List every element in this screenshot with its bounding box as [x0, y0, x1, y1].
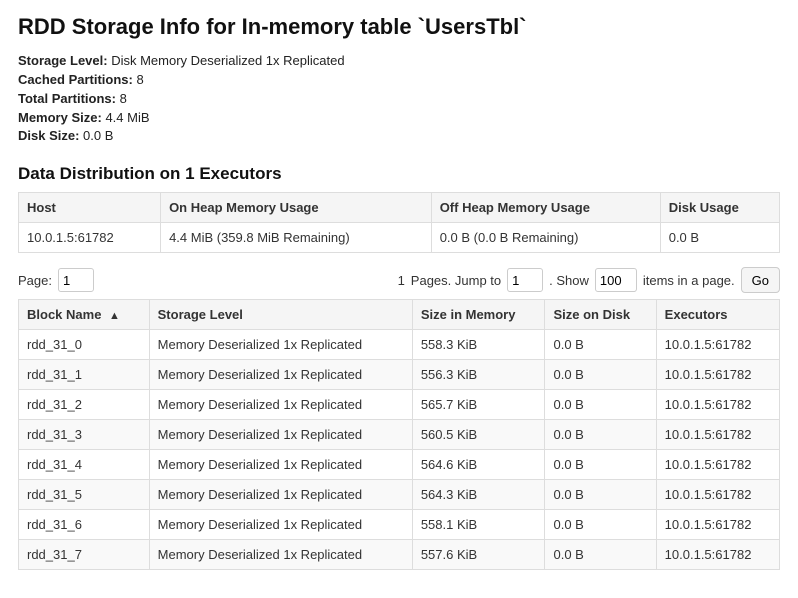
cell-size-memory: 560.5 KiB [412, 420, 545, 450]
table-row: rdd_31_0Memory Deserialized 1x Replicate… [19, 330, 780, 360]
sort-asc-icon: ▲ [109, 310, 120, 322]
cell-size-memory: 565.7 KiB [412, 390, 545, 420]
table-row: rdd_31_4Memory Deserialized 1x Replicate… [19, 450, 780, 480]
cell-storage-level: Memory Deserialized 1x Replicated [149, 480, 412, 510]
blocks-table: Block Name ▲ Storage Level Size in Memor… [18, 299, 780, 570]
cell-executors: 10.0.1.5:61782 [656, 390, 779, 420]
cell-host: 10.0.1.5:61782 [19, 223, 161, 253]
cell-storage-level: Memory Deserialized 1x Replicated [149, 360, 412, 390]
col-executors[interactable]: Executors [656, 300, 779, 330]
table-header-row: Block Name ▲ Storage Level Size in Memor… [19, 300, 780, 330]
cell-block-name: rdd_31_0 [19, 330, 150, 360]
summary-cached-partitions: Cached Partitions: 8 [18, 71, 780, 90]
col-size-disk[interactable]: Size on Disk [545, 300, 656, 330]
show-label-after: items in a page. [643, 273, 735, 288]
summary-storage-level: Storage Level: Disk Memory Deserialized … [18, 52, 780, 71]
cell-size-memory: 564.3 KiB [412, 480, 545, 510]
cell-block-name: rdd_31_5 [19, 480, 150, 510]
cell-on-heap: 4.4 MiB (359.8 MiB Remaining) [161, 223, 432, 253]
pager: Page: 1 Pages. Jump to . Show items in a… [18, 267, 780, 293]
cell-size-disk: 0.0 B [545, 480, 656, 510]
col-storage-level[interactable]: Storage Level [149, 300, 412, 330]
cell-size-disk: 0.0 B [545, 420, 656, 450]
cell-storage-level: Memory Deserialized 1x Replicated [149, 510, 412, 540]
cell-executors: 10.0.1.5:61782 [656, 510, 779, 540]
distribution-table: Host On Heap Memory Usage Off Heap Memor… [18, 192, 780, 253]
cell-size-disk: 0.0 B [545, 390, 656, 420]
cell-disk: 0.0 B [660, 223, 779, 253]
show-label-before: . Show [549, 273, 589, 288]
summary-label: Cached Partitions: [18, 72, 133, 87]
cell-executors: 10.0.1.5:61782 [656, 420, 779, 450]
cell-size-disk: 0.0 B [545, 360, 656, 390]
table-row: 10.0.1.5:61782 4.4 MiB (359.8 MiB Remain… [19, 223, 780, 253]
cell-size-memory: 564.6 KiB [412, 450, 545, 480]
summary-label: Disk Size: [18, 128, 79, 143]
cell-size-disk: 0.0 B [545, 510, 656, 540]
summary-value: 0.0 B [83, 128, 113, 143]
cell-size-disk: 0.0 B [545, 540, 656, 570]
go-button[interactable]: Go [741, 267, 780, 293]
cell-block-name: rdd_31_2 [19, 390, 150, 420]
cell-size-memory: 557.6 KiB [412, 540, 545, 570]
cell-size-memory: 558.1 KiB [412, 510, 545, 540]
col-disk-usage[interactable]: Disk Usage [660, 193, 779, 223]
cell-storage-level: Memory Deserialized 1x Replicated [149, 450, 412, 480]
jump-input[interactable] [507, 268, 543, 292]
cell-size-memory: 558.3 KiB [412, 330, 545, 360]
summary-value: 8 [136, 72, 143, 87]
cell-block-name: rdd_31_4 [19, 450, 150, 480]
table-row: rdd_31_1Memory Deserialized 1x Replicate… [19, 360, 780, 390]
col-size-memory[interactable]: Size in Memory [412, 300, 545, 330]
table-row: rdd_31_7Memory Deserialized 1x Replicate… [19, 540, 780, 570]
table-header-row: Host On Heap Memory Usage Off Heap Memor… [19, 193, 780, 223]
summary-value: 4.4 MiB [105, 110, 149, 125]
cell-size-disk: 0.0 B [545, 330, 656, 360]
summary-value: 8 [120, 91, 127, 106]
cell-storage-level: Memory Deserialized 1x Replicated [149, 420, 412, 450]
page-label: Page: [18, 273, 52, 288]
col-host[interactable]: Host [19, 193, 161, 223]
cell-storage-level: Memory Deserialized 1x Replicated [149, 390, 412, 420]
summary-value: Disk Memory Deserialized 1x Replicated [111, 53, 344, 68]
cell-block-name: rdd_31_7 [19, 540, 150, 570]
summary-label: Storage Level: [18, 53, 108, 68]
cell-executors: 10.0.1.5:61782 [656, 540, 779, 570]
summary-label: Total Partitions: [18, 91, 116, 106]
table-row: rdd_31_6Memory Deserialized 1x Replicate… [19, 510, 780, 540]
show-input[interactable] [595, 268, 637, 292]
pages-count: 1 [398, 273, 405, 288]
cell-executors: 10.0.1.5:61782 [656, 450, 779, 480]
summary-disk-size: Disk Size: 0.0 B [18, 127, 780, 146]
table-row: rdd_31_5Memory Deserialized 1x Replicate… [19, 480, 780, 510]
pages-text: Pages. Jump to [411, 273, 501, 288]
table-row: rdd_31_2Memory Deserialized 1x Replicate… [19, 390, 780, 420]
summary-label: Memory Size: [18, 110, 102, 125]
col-on-heap[interactable]: On Heap Memory Usage [161, 193, 432, 223]
col-off-heap[interactable]: Off Heap Memory Usage [431, 193, 660, 223]
col-label: Block Name [27, 307, 101, 322]
cell-executors: 10.0.1.5:61782 [656, 480, 779, 510]
cell-executors: 10.0.1.5:61782 [656, 330, 779, 360]
page-input[interactable] [58, 268, 94, 292]
cell-off-heap: 0.0 B (0.0 B Remaining) [431, 223, 660, 253]
table-row: rdd_31_3Memory Deserialized 1x Replicate… [19, 420, 780, 450]
cell-block-name: rdd_31_6 [19, 510, 150, 540]
summary-memory-size: Memory Size: 4.4 MiB [18, 109, 780, 128]
page-title: RDD Storage Info for In-memory table `Us… [18, 14, 780, 40]
cell-size-disk: 0.0 B [545, 450, 656, 480]
cell-executors: 10.0.1.5:61782 [656, 360, 779, 390]
cell-block-name: rdd_31_3 [19, 420, 150, 450]
cell-storage-level: Memory Deserialized 1x Replicated [149, 330, 412, 360]
summary-total-partitions: Total Partitions: 8 [18, 90, 780, 109]
col-block-name[interactable]: Block Name ▲ [19, 300, 150, 330]
cell-storage-level: Memory Deserialized 1x Replicated [149, 540, 412, 570]
summary-list: Storage Level: Disk Memory Deserialized … [18, 52, 780, 146]
cell-size-memory: 556.3 KiB [412, 360, 545, 390]
distribution-heading: Data Distribution on 1 Executors [18, 164, 780, 184]
cell-block-name: rdd_31_1 [19, 360, 150, 390]
